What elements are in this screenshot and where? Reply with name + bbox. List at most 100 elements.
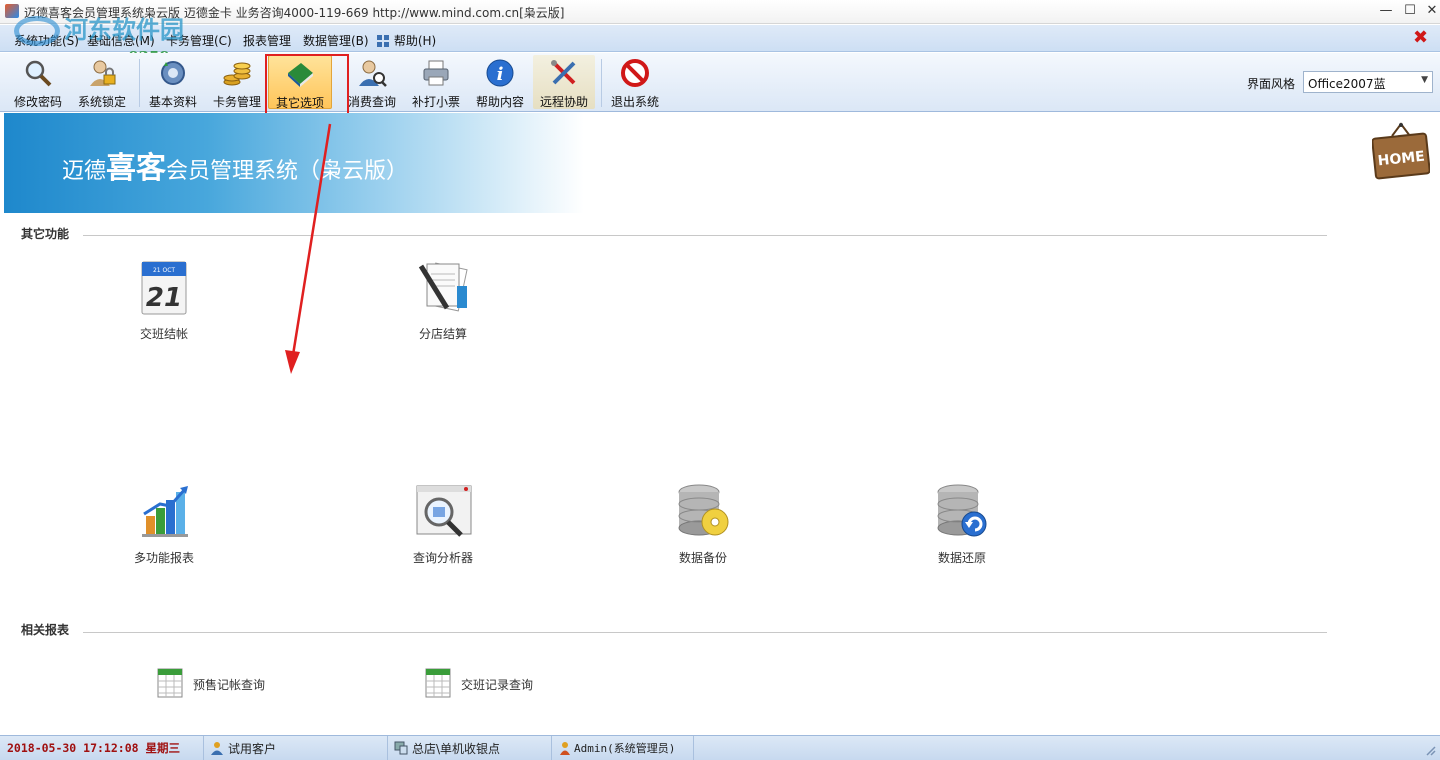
user-group-icon	[211, 742, 223, 755]
data-restore-button[interactable]: 数据还原	[907, 480, 1017, 566]
tool-label: 补打小票	[411, 95, 460, 109]
menu-reports[interactable]: 报表管理	[243, 32, 291, 49]
help-content-button[interactable]: i 帮助内容	[470, 55, 530, 109]
status-customer: 试用客户	[228, 742, 277, 756]
spreadsheet-icon	[157, 668, 183, 698]
query-analyzer-button[interactable]: 查询分析器	[388, 480, 498, 566]
spreadsheet-icon	[425, 668, 451, 698]
menu-basic-info[interactable]: 基础信息(M)	[87, 32, 155, 49]
user-icon	[560, 742, 570, 755]
status-store-segment: 总店\单机收银点	[388, 736, 552, 760]
exit-system-button[interactable]: 退出系统	[606, 55, 664, 109]
basic-data-button[interactable]: 基本资料	[144, 55, 202, 109]
banner: 迈德喜客会员管理系统（枭云版）	[4, 113, 584, 213]
tool-label: 基本资料	[148, 95, 197, 109]
info-icon: i	[486, 59, 514, 87]
window-title: 迈德喜客会员管理系统枭云版 迈德金卡 业务咨询4000-119-669 http…	[24, 6, 565, 20]
menu-card-management[interactable]: 卡务管理(C)	[166, 32, 232, 49]
shift-records-query-link[interactable]: 交班记录查询	[425, 666, 565, 700]
menu-help[interactable]: 帮助(H)	[377, 32, 436, 49]
calendar-icon: 21 OCT 21	[141, 261, 187, 315]
close-tab-icon[interactable]: ✖	[1413, 28, 1428, 48]
database-restore-icon	[937, 484, 987, 537]
section-title-reports: 相关报表	[21, 623, 70, 637]
status-bar: 2018-05-30 17:12:08 星期三 试用客户 总店\单机收银点 Ad…	[0, 735, 1440, 760]
window-magnifier-icon	[416, 485, 472, 537]
section-title-other: 其它功能	[21, 227, 70, 241]
style-select-value: Office2007蓝	[1308, 77, 1386, 91]
data-backup-button[interactable]: 数据备份	[648, 480, 758, 566]
function-label: 交班结帐	[139, 327, 188, 341]
function-label: 数据还原	[937, 551, 986, 565]
tool-label: 退出系统	[610, 95, 659, 109]
coins-icon	[223, 62, 251, 86]
tool-label: 修改密码	[13, 95, 62, 109]
report-label: 交班记录查询	[461, 678, 534, 692]
section-divider	[83, 632, 1327, 633]
no-entry-icon	[621, 59, 649, 87]
presale-query-link[interactable]: 预售记帐查询	[157, 666, 297, 700]
title-bar: 迈德喜客会员管理系统枭云版 迈德金卡 业务咨询4000-119-669 http…	[0, 0, 1440, 24]
chevron-down-icon: ▼	[1421, 75, 1428, 85]
database-disc-icon	[678, 484, 729, 536]
status-store: 总店\单机收银点	[412, 742, 501, 756]
pen-document-icon	[418, 262, 468, 312]
consumption-query-button[interactable]: 消费查询	[344, 55, 400, 109]
status-datetime-segment: 2018-05-30 17:12:08 星期三	[0, 736, 204, 760]
report-label: 预售记帐查询	[193, 678, 266, 692]
style-label: 界面风格	[1247, 77, 1296, 91]
menu-data-management[interactable]: 数据管理(B)	[303, 32, 369, 49]
user-lock-icon	[90, 60, 116, 86]
section-divider	[83, 235, 1327, 236]
toolbar-separator	[139, 59, 140, 107]
tool-label: 帮助内容	[475, 95, 524, 109]
computer-icon	[394, 741, 408, 755]
gear-refresh-icon	[161, 61, 185, 85]
function-label: 数据备份	[678, 551, 727, 565]
resize-grip-icon[interactable]	[1424, 744, 1436, 756]
menu-system[interactable]: 系统功能(S)	[14, 32, 79, 49]
multi-report-button[interactable]: 多功能报表	[109, 480, 219, 566]
toolbar: 修改密码 系统锁定 基本资料 卡务管理 其它选项 消费查询 补打小票 i 帮助内…	[0, 53, 1440, 112]
maximize-button[interactable]: ☐	[1398, 2, 1422, 20]
banner-title-prefix: 迈德	[62, 159, 107, 184]
minimize-button[interactable]: —	[1374, 2, 1398, 20]
branch-settle-button[interactable]: 分店结算	[388, 256, 498, 342]
remote-assist-button[interactable]: 远程协助	[533, 55, 595, 109]
help-grid-icon	[377, 35, 389, 47]
magnifier-key-icon	[25, 60, 52, 87]
status-user: Admin(系统管理员)	[574, 742, 676, 755]
tool-label: 系统锁定	[77, 95, 126, 109]
calendar-day: 21	[146, 283, 182, 313]
svg-text:i: i	[497, 64, 504, 85]
close-window-button[interactable]: ✕	[1420, 2, 1440, 20]
system-lock-button[interactable]: 系统锁定	[72, 55, 132, 109]
banner-title: 迈德喜客会员管理系统（枭云版）	[62, 143, 408, 187]
bar-chart-icon	[142, 486, 188, 537]
home-icon[interactable]: HOME	[1372, 122, 1430, 182]
shift-settle-button[interactable]: 21 OCT 21 交班结帐	[109, 256, 219, 342]
tool-label: 消费查询	[347, 95, 396, 109]
function-label: 查询分析器	[412, 551, 473, 565]
function-label: 多功能报表	[133, 551, 194, 565]
menu-bar: 系统功能(S) 基础信息(M) 卡务管理(C) 报表管理 数据管理(B) 帮助(…	[0, 25, 1440, 52]
app-icon	[5, 4, 19, 18]
printer-icon	[423, 60, 449, 86]
status-user-segment: Admin(系统管理员)	[552, 736, 694, 760]
tools-icon	[551, 60, 576, 85]
style-select[interactable]: Office2007蓝 ▼	[1303, 71, 1433, 93]
reprint-receipt-button[interactable]: 补打小票	[406, 55, 466, 109]
toolbar-separator	[601, 59, 602, 107]
status-datetime: 2018-05-30 17:12:08 星期三	[7, 741, 180, 755]
calendar-month: 21 OCT	[153, 267, 175, 274]
banner-title-emphasis: 喜客	[106, 151, 167, 186]
card-management-button[interactable]: 卡务管理	[208, 55, 266, 109]
function-label: 分店结算	[418, 327, 467, 341]
user-search-icon	[359, 60, 387, 87]
change-password-button[interactable]: 修改密码	[8, 55, 68, 109]
status-customer-segment: 试用客户	[204, 736, 388, 760]
banner-title-suffix: 会员管理系统（枭云版）	[166, 159, 409, 184]
tool-label: 卡务管理	[212, 95, 261, 109]
tool-label: 远程协助	[539, 95, 588, 109]
menu-help-label: 帮助(H)	[393, 34, 437, 48]
